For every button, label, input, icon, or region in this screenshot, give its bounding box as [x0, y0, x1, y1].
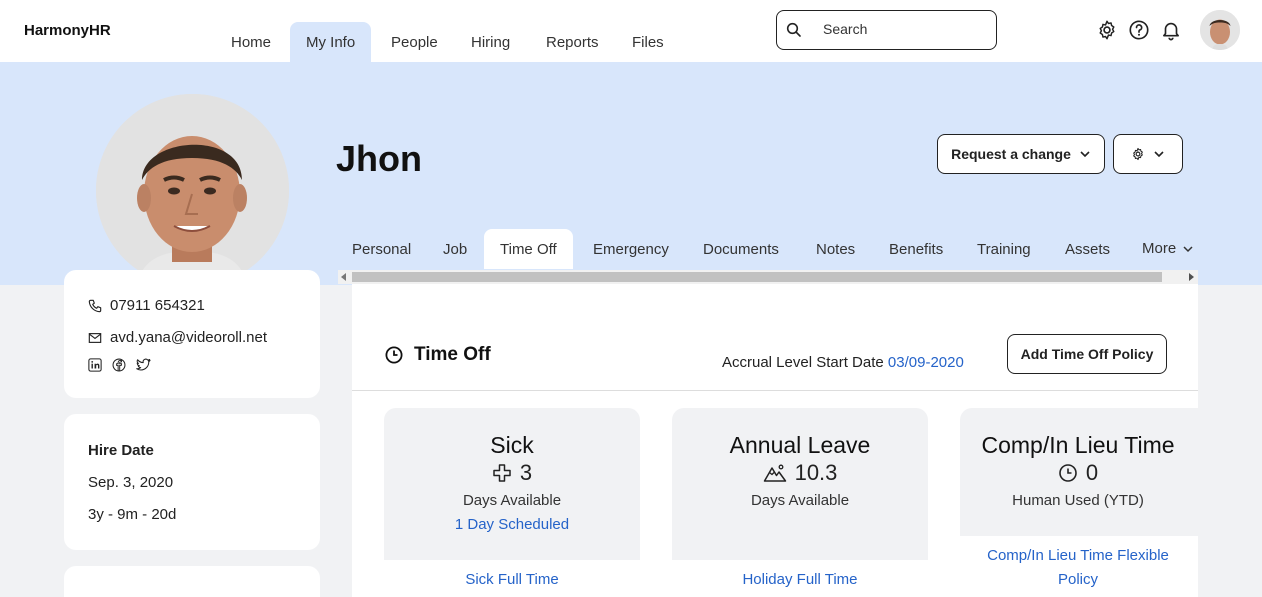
- top-header: HarmonyHR Home My Info People Hiring Rep…: [0, 0, 1262, 62]
- policy-link-line: Comp/In Lieu Time Flexible: [987, 547, 1169, 564]
- policy-balance: 3: [384, 460, 640, 486]
- search-icon: [786, 22, 801, 37]
- hire-date-card: Hire Date Sep. 3, 2020 3y - 9m - 20d: [64, 414, 320, 550]
- policy-balance: 0: [960, 460, 1196, 486]
- help-icon[interactable]: [1128, 19, 1150, 41]
- chevron-down-icon: [1080, 151, 1090, 158]
- tab-assets[interactable]: Assets: [1049, 229, 1126, 269]
- mountain-icon: [763, 464, 786, 482]
- policy-card-annual-leave: Annual Leave 10.3 Days Available: [672, 408, 928, 560]
- scroll-right-arrow[interactable]: [1189, 273, 1194, 281]
- facebook-icon[interactable]: [112, 358, 126, 372]
- tab-more[interactable]: More: [1126, 229, 1210, 269]
- phone-icon: [88, 299, 102, 312]
- accrual-label: Accrual Level Start Date: [722, 354, 884, 371]
- policy-link-line: Policy: [1057, 571, 1098, 588]
- linkedin-icon[interactable]: [88, 358, 102, 372]
- info-card: [64, 566, 320, 597]
- clock-icon: [1059, 464, 1077, 482]
- nav-files[interactable]: Files: [616, 22, 680, 62]
- policy-subtitle: Days Available: [750, 492, 850, 509]
- tab-personal[interactable]: Personal: [336, 229, 427, 269]
- policy-title: Annual Leave: [729, 432, 871, 458]
- tab-emergency[interactable]: Emergency: [577, 229, 685, 269]
- nav-people[interactable]: People: [375, 22, 454, 62]
- request-change-button[interactable]: Request a change: [937, 134, 1105, 174]
- time-off-panel: Time Off Accrual Level Start Date 03/09-…: [352, 284, 1198, 597]
- profile-photo: [96, 94, 289, 287]
- policy-subtitle: Days Available: [462, 492, 562, 509]
- chevron-down-icon: [1154, 151, 1164, 158]
- accrual-start-date: Accrual Level Start Date 03/09-2020: [722, 354, 964, 371]
- tab-more-label: More: [1142, 240, 1177, 257]
- sick-policy-link[interactable]: Sick Full Time: [384, 568, 640, 592]
- tabs-horizontal-scrollbar[interactable]: [338, 270, 1198, 284]
- comp-in-lieu-policy-link[interactable]: Comp/In Lieu Time Flexible Policy: [960, 544, 1198, 592]
- notification-bell-icon[interactable]: [1160, 19, 1182, 41]
- phone-row: 07911 654321: [88, 297, 205, 314]
- gear-icon: [1133, 147, 1143, 161]
- annual-leave-policy-link[interactable]: Holiday Full Time: [672, 568, 928, 592]
- nav-my-info[interactable]: My Info: [290, 22, 372, 62]
- tab-job[interactable]: Job: [427, 229, 483, 269]
- time-off-heading: Time Off: [384, 344, 491, 366]
- employee-name: Jhon: [336, 138, 422, 179]
- settings-gear-icon[interactable]: [1096, 19, 1118, 41]
- profile-settings-button[interactable]: [1113, 134, 1183, 174]
- request-change-label: Request a change: [951, 146, 1071, 162]
- nav-hiring[interactable]: Hiring: [455, 22, 526, 62]
- envelope-icon: [88, 332, 102, 343]
- medical-cross-icon: [493, 464, 511, 482]
- policy-value: 10.3: [794, 460, 838, 485]
- phone-number[interactable]: 07911 654321: [110, 297, 205, 314]
- add-policy-label: Add Time Off Policy: [1020, 346, 1154, 362]
- policy-value: 0: [1085, 460, 1099, 485]
- contact-card: 07911 654321 avd.yana@videoroll.net: [64, 270, 320, 398]
- section-divider: [352, 390, 1198, 391]
- profile-photo-image: [96, 94, 289, 287]
- tab-benefits[interactable]: Benefits: [873, 229, 959, 269]
- add-time-off-policy-button[interactable]: Add Time Off Policy: [1007, 334, 1167, 374]
- search-input[interactable]: [823, 21, 983, 37]
- email-row: avd.yana@videoroll.net: [88, 329, 267, 346]
- tab-training[interactable]: Training: [961, 229, 1047, 269]
- scheduled-link[interactable]: 1 Day Scheduled: [384, 516, 640, 533]
- time-off-title: Time Off: [414, 344, 491, 365]
- brand-logo[interactable]: HarmonyHR: [24, 22, 111, 39]
- twitter-icon[interactable]: [136, 358, 151, 372]
- scroll-left-arrow[interactable]: [341, 273, 346, 281]
- hire-date-value: Sep. 3, 2020: [88, 474, 174, 491]
- tab-time-off[interactable]: Time Off: [484, 229, 573, 269]
- tab-documents[interactable]: Documents: [687, 229, 795, 269]
- policy-card-comp-in-lieu: Comp/In Lieu Time 0 Human Used (YTD): [960, 408, 1198, 536]
- policy-card-sick: Sick 3 Days Available 1 Day Scheduled: [384, 408, 640, 560]
- policy-value: 3: [519, 460, 533, 485]
- policy-subtitle: Human Used (YTD): [1012, 492, 1144, 509]
- policy-title: Sick: [490, 432, 534, 458]
- email-address[interactable]: avd.yana@videoroll.net: [110, 329, 267, 346]
- avatar-photo: [1200, 10, 1240, 50]
- tab-notes[interactable]: Notes: [800, 229, 871, 269]
- social-links: [88, 358, 151, 372]
- policy-balance: 10.3: [672, 460, 928, 486]
- nav-reports[interactable]: Reports: [530, 22, 615, 62]
- chevron-down-icon: [1183, 246, 1193, 253]
- scrollbar-thumb[interactable]: [352, 272, 1162, 282]
- clock-icon: [385, 346, 403, 364]
- user-avatar-small[interactable]: [1200, 10, 1240, 50]
- search-box[interactable]: [776, 10, 997, 50]
- accrual-date[interactable]: 03/09-2020: [888, 354, 964, 371]
- tenure-value: 3y - 9m - 20d: [88, 506, 177, 523]
- hire-date-heading: Hire Date: [88, 442, 154, 459]
- policy-title: Comp/In Lieu Time: [981, 432, 1175, 458]
- nav-home[interactable]: Home: [215, 22, 287, 62]
